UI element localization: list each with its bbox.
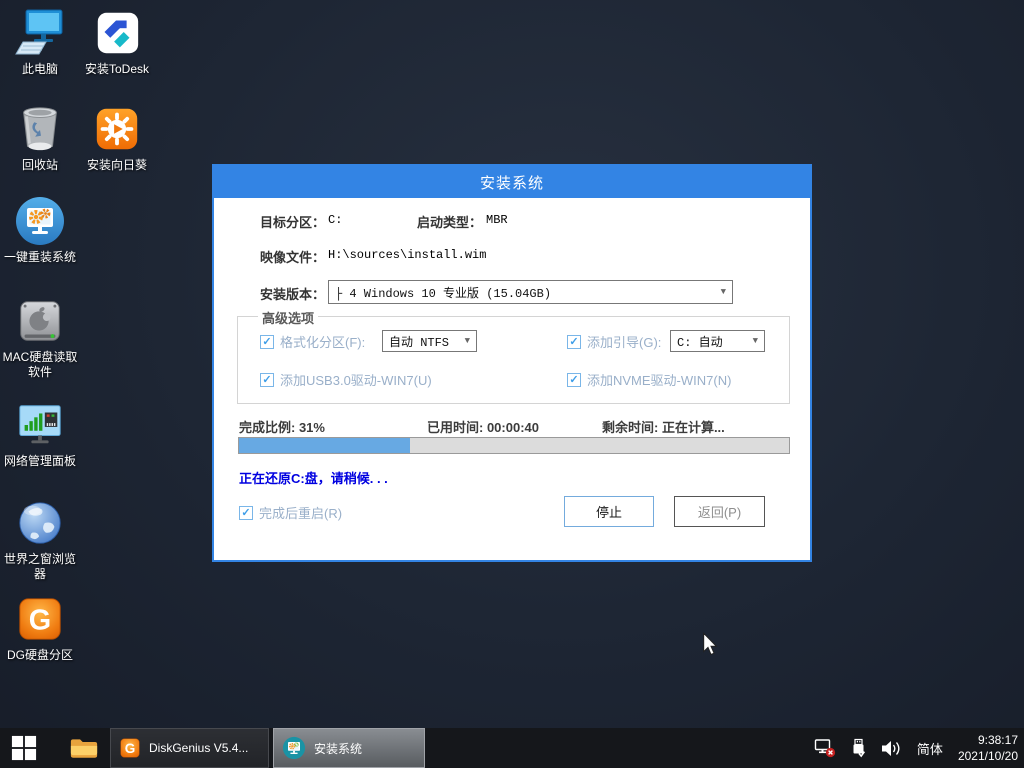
usb3-driver-checkbox[interactable] — [260, 373, 274, 387]
desktop-icon-dg-partition[interactable]: G DG硬盘分区 — [2, 594, 78, 663]
windows-logo-icon — [11, 735, 37, 761]
reinstall-system-icon — [2, 196, 78, 246]
remaining-time-label: 剩余时间: 正在计算... — [602, 417, 725, 436]
add-boot-checkbox-row: 添加引导(G): — [567, 332, 661, 351]
desktop-icon-one-key-reinstall[interactable]: 一键重装系统 — [2, 196, 78, 265]
reboot-checkbox-row: 完成后重启(R) — [239, 503, 342, 522]
return-button[interactable]: 返回(P) — [674, 496, 765, 527]
add-boot-label: 添加引导(G): — [587, 332, 661, 351]
image-file-value: H:\sources\install.wim — [328, 248, 486, 262]
desktop-icon-label: 此电脑 — [2, 62, 78, 77]
network-panel-icon — [2, 400, 78, 450]
format-partition-checkbox-row: 格式化分区(F): — [260, 332, 365, 351]
desktop-icon-label: 安装向日葵 — [79, 158, 155, 173]
format-type-value: 自动 NTFS — [389, 333, 461, 350]
network-disconnected-icon[interactable] — [814, 738, 836, 758]
target-partition-label: 目标分区： — [260, 212, 325, 231]
desktop-icon-label: 世界之窗浏览器 — [2, 552, 78, 582]
svg-text:G: G — [29, 605, 51, 637]
restore-status-text: 正在还原C:盘，请稍候. . . — [239, 468, 388, 487]
taskbar: G DiskGenius V5.4... 安装系统 — [0, 728, 1024, 768]
reboot-after-finish-checkbox[interactable] — [239, 506, 253, 520]
usb3-driver-label: 添加USB3.0驱动-WIN7(U) — [280, 370, 432, 389]
nvme-driver-label: 添加NVME驱动-WIN7(N) — [587, 370, 731, 389]
desktop-icon-label: MAC硬盘读取软件 — [2, 350, 78, 380]
boot-target-dropdown[interactable]: C: 自动 — [670, 330, 765, 352]
desktop-icon-mac-disk-reader[interactable]: MAC硬盘读取软件 — [2, 296, 78, 380]
progress-bar — [238, 437, 790, 454]
input-method-indicator[interactable]: 简体 — [917, 739, 943, 758]
add-boot-checkbox[interactable] — [567, 335, 581, 349]
this-pc-icon — [2, 8, 78, 58]
install-system-dialog: 安装系统 目标分区： C: 启动类型： MBR 映像文件： H:\sources… — [212, 164, 812, 562]
file-explorer-button[interactable] — [62, 728, 106, 768]
desktop-icon-this-pc[interactable]: 此电脑 — [2, 8, 78, 77]
clock[interactable]: 9:38:17 2021/10/20 — [958, 732, 1018, 764]
svg-text:G: G — [125, 741, 136, 756]
dialog-title: 安装系统 — [214, 166, 810, 198]
taskbar-task-diskgenius[interactable]: G DiskGenius V5.4... — [110, 728, 269, 768]
boot-target-value: C: 自动 — [677, 333, 749, 350]
advanced-options-group: 高级选项 格式化分区(F): 自动 NTFS 添加引导(G): C: 自动 添加… — [237, 316, 790, 404]
start-button[interactable] — [0, 728, 48, 768]
nvme-driver-checkbox-row: 添加NVME驱动-WIN7(N) — [567, 370, 731, 389]
diskgenius-icon: G — [2, 594, 78, 644]
desktop-icon-install-todesk[interactable]: 安装ToDesk — [79, 8, 155, 77]
desktop-icon-label: DG硬盘分区 — [2, 648, 78, 663]
sunflower-icon — [79, 104, 155, 154]
desktop-icon-network-panel[interactable]: 网络管理面板 — [2, 400, 78, 469]
install-version-label: 安装版本： — [260, 284, 325, 303]
target-partition-value: C: — [328, 213, 342, 227]
chevron-down-icon — [753, 336, 758, 346]
advanced-options-legend: 高级选项 — [258, 308, 318, 327]
desktop-icon-label: 回收站 — [2, 158, 78, 173]
chevron-down-icon — [465, 336, 470, 346]
taskbar-task-install-system[interactable]: 安装系统 — [273, 728, 425, 768]
volume-icon[interactable] — [881, 740, 902, 757]
stop-button[interactable]: 停止 — [564, 496, 654, 527]
install-version-dropdown[interactable]: ├ 4 Windows 10 专业版 (15.04GB) — [328, 280, 733, 304]
boot-type-label: 启动类型： — [417, 212, 482, 231]
image-file-label: 映像文件： — [260, 247, 325, 266]
format-partition-checkbox[interactable] — [260, 335, 274, 349]
clock-time: 9:38:17 — [958, 732, 1018, 748]
elapsed-time-label: 已用时间: 00:00:40 — [427, 417, 539, 436]
desktop-icon-world-window-browser[interactable]: 世界之窗浏览器 — [2, 498, 78, 582]
desktop-icon-label: 安装ToDesk — [79, 62, 155, 77]
boot-type-value: MBR — [486, 213, 508, 227]
chevron-down-icon — [721, 287, 726, 297]
desktop-icon-label: 网络管理面板 — [2, 454, 78, 469]
usb3-driver-checkbox-row: 添加USB3.0驱动-WIN7(U) — [260, 370, 432, 389]
task-label: DiskGenius V5.4... — [149, 741, 248, 755]
progress-percent-label: 完成比例: 31% — [239, 417, 325, 436]
desktop-icon-install-sunflower[interactable]: 安装向日葵 — [79, 104, 155, 173]
mouse-cursor — [701, 632, 719, 661]
todesk-icon — [79, 8, 155, 58]
globe-browser-icon — [2, 498, 78, 548]
usb-device-icon[interactable] — [851, 738, 866, 758]
nvme-driver-checkbox[interactable] — [567, 373, 581, 387]
system-tray: 简体 9:38:17 2021/10/20 — [814, 728, 1018, 768]
format-partition-label: 格式化分区(F): — [280, 332, 365, 351]
mac-disk-icon — [2, 296, 78, 346]
desktop-icon-label: 一键重装系统 — [2, 250, 78, 265]
folder-icon — [70, 737, 98, 760]
format-type-dropdown[interactable]: 自动 NTFS — [382, 330, 477, 352]
clock-date: 2021/10/20 — [958, 748, 1018, 764]
task-label: 安装系统 — [314, 740, 362, 757]
reboot-after-finish-label: 完成后重启(R) — [259, 503, 342, 522]
install-version-value: ├ 4 Windows 10 专业版 (15.04GB) — [335, 284, 717, 301]
install-system-icon — [282, 736, 306, 760]
recycle-bin-icon — [2, 104, 78, 154]
desktop-icon-recycle-bin[interactable]: 回收站 — [2, 104, 78, 173]
progress-fill — [239, 438, 410, 453]
diskgenius-icon: G — [119, 737, 141, 759]
